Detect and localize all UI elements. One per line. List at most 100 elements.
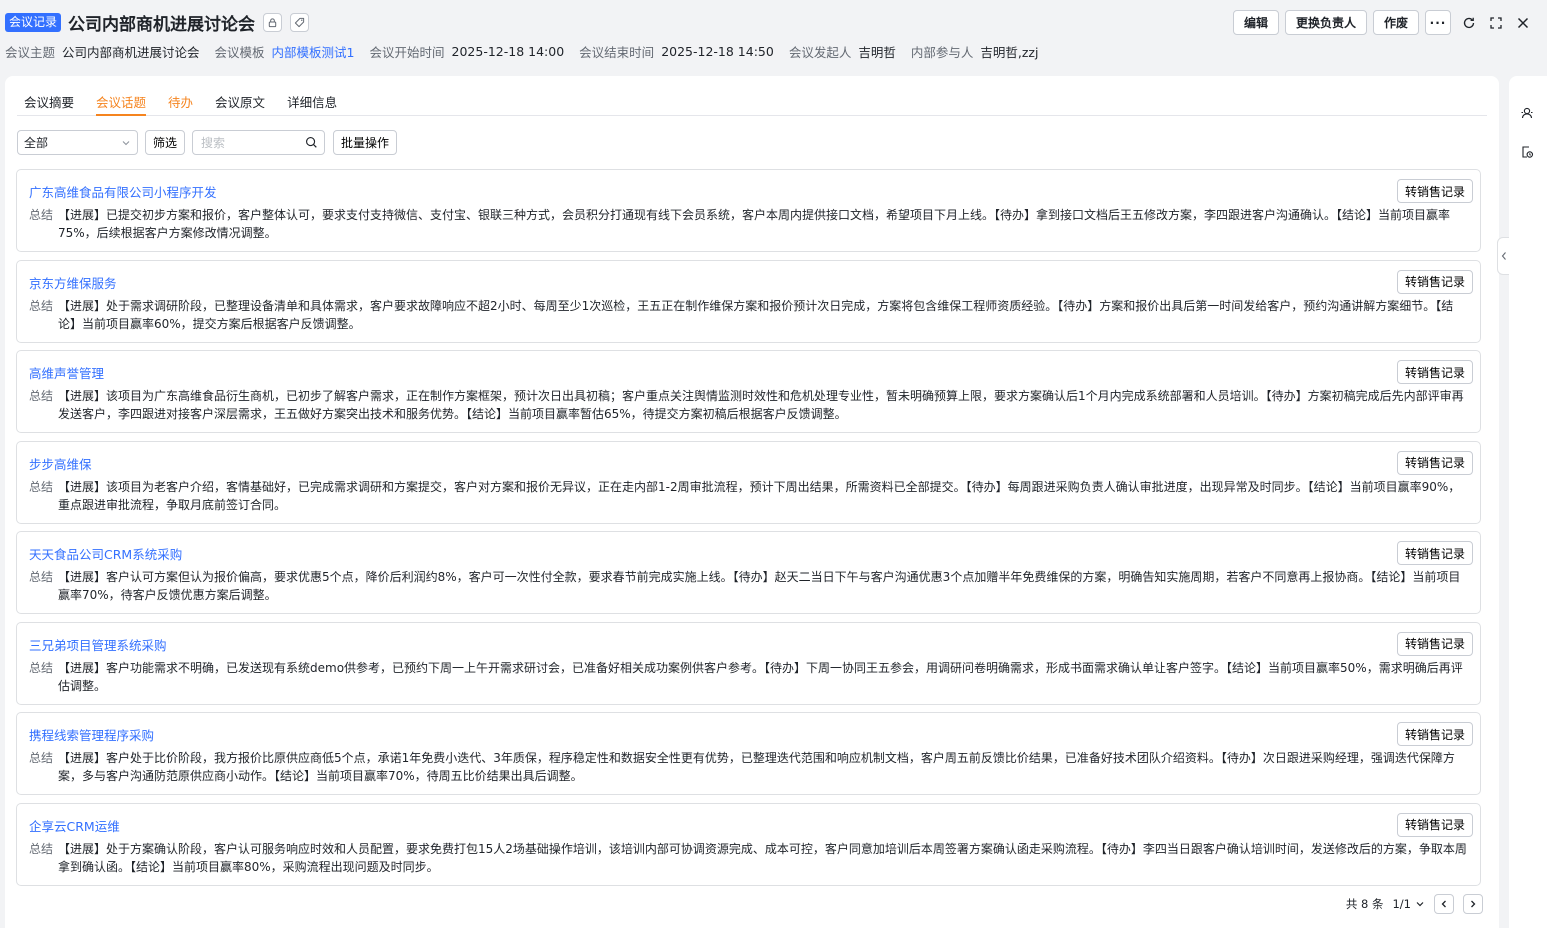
topic-card: 广东高维食品有限公司小程序开发 转销售记录总结 【进展】已提交初步方案和报价，客户整… [16, 169, 1481, 252]
pagination: 共 8 条 1/1 [1346, 894, 1483, 914]
summary-text: 【进展】该项目为广东高维食品衍生商机，已初步了解客户需求，正在制作方案框架，预计… [58, 389, 1464, 421]
scope-select[interactable]: 全部 [17, 130, 138, 155]
summary-label: 总结 [29, 389, 54, 403]
convert-to-sales-record-button[interactable]: 转销售记录 [1396, 812, 1473, 837]
tag-icon[interactable] [290, 12, 310, 32]
refresh-icon[interactable] [1460, 14, 1478, 32]
change-owner-button[interactable]: 更换负责人 [1284, 10, 1367, 35]
chevron-left-icon [1441, 900, 1446, 908]
summary-label: 总结 [29, 751, 54, 765]
topic-title[interactable]: 携程线索管理程序采购 [29, 725, 154, 744]
convert-to-sales-record-button[interactable]: 转销售记录 [1396, 631, 1473, 656]
topic-summary: 总结 【进展】客户处于比价阶段，我方报价比原供应商低5个点，承诺1年免费小迭代、3… [29, 749, 1469, 785]
total-count: 共 8 条 [1345, 897, 1384, 911]
summary-label: 总结 [29, 570, 54, 584]
summary-label: 总结 [29, 208, 54, 222]
initiator-value: 吉明哲 [858, 45, 896, 60]
topic-card: 企享云CRM运维 转销售记录总结 【进展】处于方案确认阶段，客户认可服务响应时效和人… [16, 802, 1481, 886]
page-select[interactable]: 1/1 [1392, 897, 1425, 911]
summary-text: 【进展】客户处于比价阶段，我方报价比原供应商低5个点，承诺1年免费小迭代、3年质… [58, 751, 1455, 783]
page-header: 会议记录 公司内部商机进展讨论会 编辑 更换负责人 作废 ··· 会议主题 公司… [0, 0, 1547, 70]
chevron-left-icon [1501, 252, 1506, 260]
summary-label: 总结 [29, 298, 54, 313]
main-panel: 会议摘要 会议话题 待办 会议原文 详细信息 全部 筛选 搜索 批量操作 广东高… [5, 76, 1499, 928]
topic-summary: 总结 【进展】该项目为广东高维食品衍生商机，已初步了解客户需求，正在制作方案框架，… [29, 387, 1469, 423]
close-icon[interactable] [1514, 14, 1532, 32]
tab-details[interactable]: 详细信息 [280, 90, 337, 116]
title-row: 会议记录 公司内部商机进展讨论会 [5, 10, 310, 35]
chevron-right-icon [1471, 900, 1476, 908]
search-placeholder: 搜索 [201, 136, 226, 150]
topic-toolbar: 全部 筛选 搜索 批量操作 [17, 130, 398, 155]
lock-icon[interactable] [263, 12, 283, 32]
contacts-icon[interactable] [1519, 105, 1535, 121]
convert-to-sales-record-button[interactable]: 转销售记录 [1396, 541, 1473, 565]
template-link[interactable]: 内部模板测试1 [272, 42, 355, 61]
initiator-label: 会议发起人 [788, 45, 852, 60]
topic-list: 广东高维食品有限公司小程序开发 转销售记录 总结 【进展】已提交初步方案和报价，客户整… [16, 169, 1481, 893]
more-button[interactable]: ··· [1425, 10, 1451, 35]
search-input[interactable]: 搜索 [192, 130, 326, 155]
convert-to-sales-record-button[interactable]: 转销售记录 [1396, 179, 1473, 203]
batch-operation-button[interactable]: 批量操作 [333, 130, 398, 155]
subject-value: 公司内部商机进展讨论会 [62, 45, 200, 60]
topic-summary: 总结 【进展】客户认可方案但认为报价偏高，要求优惠5个点，降价后利润约8%，客户可… [29, 568, 1469, 604]
topic-title[interactable]: 步步高维保 [29, 454, 92, 473]
tab-todo[interactable]: 待办 [161, 90, 193, 116]
convert-to-sales-record-button[interactable]: 转销售记录 [1396, 269, 1473, 294]
topic-card: 高维声誉管理 转销售记录总结 【进展】该项目为广东高维食品衍生商机，已初步了解客户需… [16, 350, 1481, 433]
topic-title[interactable]: 高维声誉管理 [29, 363, 104, 382]
topic-summary: 总结 【进展】处于方案确认阶段，客户认可服务响应时效和人员配置，要求免费打包15人… [29, 840, 1469, 876]
convert-to-sales-record-button[interactable]: 转销售记录 [1396, 722, 1473, 746]
topic-card: 京东方维保服务 转销售记录总结 【进展】处于需求调研阶段，已整理设备清单和具体需求，… [16, 259, 1481, 343]
topic-title[interactable]: 京东方维保服务 [29, 273, 117, 292]
topic-title[interactable]: 天天食品公司CRM系统采购 [29, 544, 182, 563]
scope-select-value: 全部 [24, 136, 49, 150]
start-time-label: 会议开始时间 [369, 45, 445, 60]
filter-button[interactable]: 筛选 [145, 130, 186, 155]
search-icon [306, 137, 317, 148]
next-page-button[interactable] [1463, 894, 1483, 914]
summary-label: 总结 [29, 479, 54, 494]
tab-topics[interactable]: 会议话题 [96, 90, 147, 116]
header-actions: 编辑 更换负责人 作废 ··· [1232, 10, 1532, 35]
void-button[interactable]: 作废 [1372, 10, 1419, 35]
page-indicator: 1/1 [1392, 897, 1411, 911]
fullscreen-icon[interactable] [1487, 14, 1505, 32]
prev-page-button[interactable] [1434, 894, 1454, 914]
summary-text: 【进展】处于需求调研阶段，已整理设备清单和具体需求，客户要求故障响应不超2小时、… [58, 298, 1454, 331]
chevron-down-icon [1416, 902, 1424, 907]
end-time-label: 会议结束时间 [579, 45, 655, 60]
tab-bar: 会议摘要 会议话题 待办 会议原文 详细信息 [17, 90, 1487, 116]
right-rail [1509, 76, 1547, 928]
summary-text: 【进展】该项目为老客户介绍，客情基础好，已完成需求调研和方案提交，客户对方案和报… [58, 479, 1461, 512]
template-label: 会议模板 [214, 45, 265, 60]
topic-summary: 总结 【进展】处于需求调研阶段，已整理设备清单和具体需求，客户要求故障响应不超2小… [29, 297, 1469, 333]
topic-summary: 总结 【进展】该项目为老客户介绍，客情基础好，已完成需求调研和方案提交，客户对方案… [29, 478, 1469, 514]
topic-title[interactable]: 企享云CRM运维 [29, 816, 120, 835]
summary-label: 总结 [29, 841, 54, 856]
tab-summary[interactable]: 会议摘要 [17, 90, 74, 116]
chevron-down-icon [122, 140, 130, 145]
meeting-meta: 会议主题 公司内部商机进展讨论会 会议模板 内部模板测试1 会议开始时间 202… [5, 42, 1053, 61]
summary-text: 【进展】已提交初步方案和报价，客户整体认可，要求支付支持微信、支付宝、银联三种方… [58, 208, 1451, 240]
summary-text: 【进展】客户功能需求不明确，已发送现有系统demo供参考，已预约下周一上午开需求… [58, 660, 1463, 693]
start-time-value: 2025-12-18 14:00 [451, 44, 565, 59]
topic-title[interactable]: 三兄弟项目管理系统采购 [29, 635, 167, 654]
participants-value: 吉明哲,zzj [980, 45, 1039, 60]
topic-title[interactable]: 广东高维食品有限公司小程序开发 [29, 182, 217, 201]
tab-transcript[interactable]: 会议原文 [208, 90, 265, 116]
convert-to-sales-record-button[interactable]: 转销售记录 [1396, 450, 1473, 475]
summary-label: 总结 [29, 660, 54, 675]
document-clock-icon[interactable] [1519, 144, 1535, 160]
topic-card: 三兄弟项目管理系统采购 转销售记录总结 【进展】客户功能需求不明确，已发送现有系统d… [16, 621, 1481, 705]
record-type-tag: 会议记录 [5, 12, 62, 32]
topic-summary: 总结 【进展】已提交初步方案和报价，客户整体认可，要求支付支持微信、支付宝、银联三… [29, 206, 1469, 242]
subject-label: 会议主题 [5, 45, 56, 60]
convert-to-sales-record-button[interactable]: 转销售记录 [1396, 360, 1473, 384]
topic-card: 携程线索管理程序采购 转销售记录总结 【进展】客户处于比价阶段，我方报价比原供应商低… [16, 712, 1481, 795]
topic-card: 天天食品公司CRM系统采购 转销售记录总结 【进展】客户认可方案但认为报价偏高，要求… [16, 531, 1481, 614]
page-title: 公司内部商机进展讨论会 [68, 14, 256, 35]
edit-button[interactable]: 编辑 [1232, 10, 1279, 35]
participants-label: 内部参与人 [910, 45, 974, 60]
